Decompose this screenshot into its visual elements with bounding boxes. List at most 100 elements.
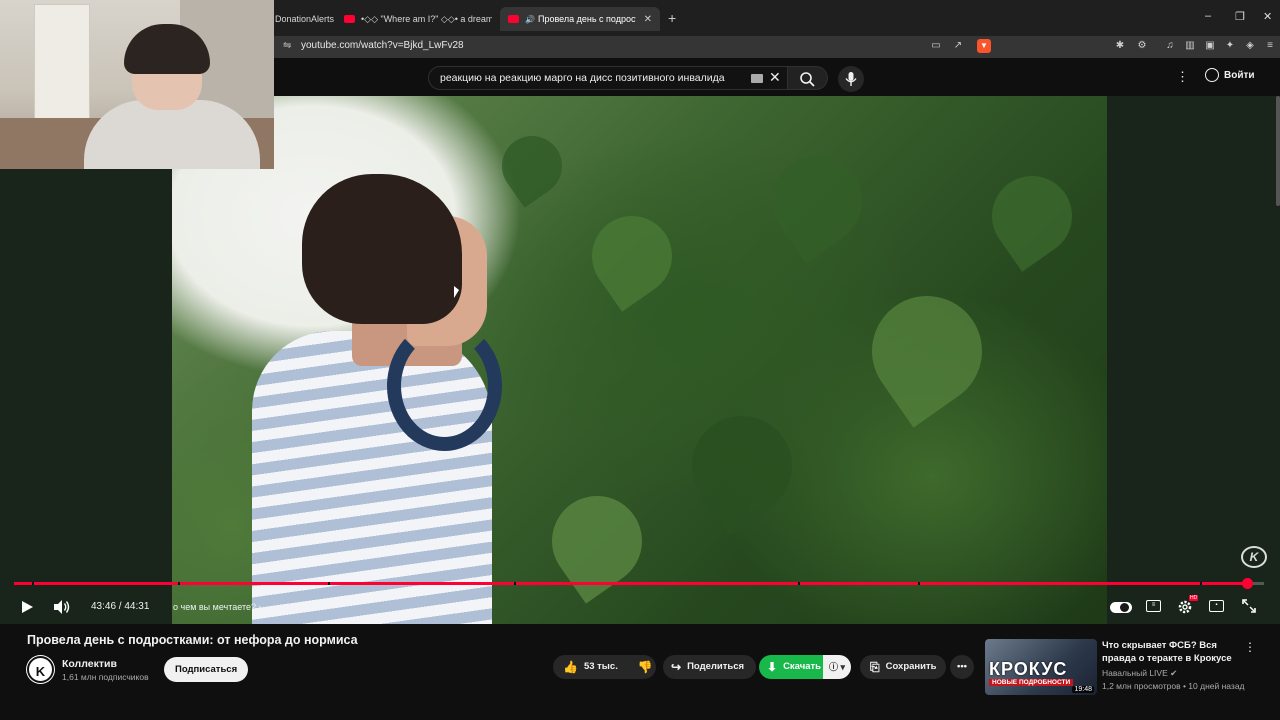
verified-icon: ✔: [1170, 668, 1178, 678]
search-input[interactable]: реакцию на реакцию марго на дисс позитив…: [428, 66, 788, 90]
channel-subscribers: 1,61 млн подписчиков: [62, 672, 149, 682]
progress-scrubber[interactable]: [1241, 578, 1253, 589]
music-icon[interactable]: ♫: [1163, 39, 1177, 53]
recommended-channel[interactable]: Навальный LIVE ✔: [1102, 668, 1177, 679]
youtube-favicon-icon: [508, 15, 519, 23]
close-window-icon[interactable]: ✕: [1263, 10, 1272, 23]
thumbnail-headline: КРОКУС: [989, 659, 1068, 679]
signin-label: Войти: [1224, 69, 1255, 81]
video-frame[interactable]: [172, 96, 1107, 624]
progress-bar[interactable]: [14, 578, 1264, 589]
like-icon[interactable]: 👍: [563, 655, 578, 679]
play-icon[interactable]: [20, 600, 34, 614]
volume-icon[interactable]: [53, 599, 71, 615]
leaf: [576, 200, 688, 312]
signin-button[interactable]: Войти: [1205, 68, 1255, 82]
restore-icon[interactable]: ❐: [1235, 10, 1245, 23]
share-page-icon[interactable]: ↗: [951, 39, 965, 53]
like-count[interactable]: 53 тыс.: [584, 655, 618, 679]
more-icon: •••: [957, 661, 967, 672]
video-title: Провела день с подростками: от нефора до…: [27, 633, 358, 647]
recommended-menu-icon[interactable]: ⋮: [1244, 640, 1256, 654]
brave-shields-icon[interactable]: ▼: [977, 39, 991, 53]
recommended-meta: 1,2 млн просмотров • 10 дней назад: [1102, 681, 1245, 691]
save-label: Сохранить: [885, 661, 937, 672]
miniplayer-icon[interactable]: ▪: [1209, 600, 1224, 612]
extensions-icon[interactable]: ✱: [1113, 39, 1127, 53]
chapter-title[interactable]: о чем вы мечтаете? ›: [173, 602, 262, 612]
cast-icon[interactable]: ▭: [929, 39, 943, 53]
save-button[interactable]: ⎘ Сохранить: [860, 655, 947, 679]
tab-active-video[interactable]: 🔊 Провела день с подростками ✕: [500, 7, 660, 31]
clear-search-icon[interactable]: ✕: [769, 69, 781, 86]
youtube-favicon-icon: [344, 15, 355, 23]
page-scrollbar[interactable]: [1276, 96, 1280, 206]
leaf: [672, 396, 812, 536]
puzzle-icon[interactable]: ⚙: [1135, 39, 1149, 53]
menu-icon[interactable]: ≡: [1263, 39, 1277, 53]
voice-search-button[interactable]: [838, 66, 864, 92]
chapter-marker: [514, 582, 516, 585]
mouse-cursor-icon: [454, 286, 459, 298]
channel-avatar[interactable]: K: [27, 656, 54, 683]
hd-badge: HD: [1189, 595, 1199, 601]
leo-icon[interactable]: ✦: [1223, 39, 1237, 53]
leaf: [490, 124, 574, 208]
autoplay-knob: [1120, 603, 1129, 612]
leaf: [850, 274, 1004, 428]
dislike-icon[interactable]: 👎: [638, 655, 653, 679]
chapter-marker: [798, 582, 800, 585]
share-button[interactable]: ↪ Поделиться: [663, 655, 757, 679]
recommended-channel-name: Навальный LIVE: [1102, 668, 1168, 678]
channel-watermark-icon[interactable]: K: [1241, 546, 1267, 568]
like-dislike-group: 👍 53 тыс. 👎: [553, 655, 656, 679]
letterbox-left: [0, 96, 172, 624]
site-info-icon[interactable]: ⇋: [283, 40, 291, 51]
more-actions-button[interactable]: •••: [950, 655, 974, 679]
tab-label: •◇◇ "Where am I?" ◇◇• a dreamcore: [361, 13, 492, 24]
video-duration: 19:48: [1072, 686, 1094, 693]
video-info: Провела день с подростками: от нефора до…: [0, 624, 1280, 720]
url-field[interactable]: youtube.com/watch?v=Bjkd_LwFv28: [301, 40, 464, 51]
download-label: Скачать: [783, 661, 822, 672]
subscribe-button[interactable]: Подписаться: [164, 657, 249, 682]
recommended-thumbnail[interactable]: КРОКУС НОВЫЕ ПОДРОБНОСТИ 19:48: [985, 639, 1097, 695]
download-info-button[interactable]: ⓘ ▾: [823, 655, 852, 679]
wallet-icon[interactable]: ▣: [1203, 39, 1217, 53]
recommended-title[interactable]: Что скрывает ФСБ? Вся правда о теракте в…: [1102, 639, 1242, 665]
person-hair: [302, 174, 462, 324]
settings-gear-icon[interactable]: [1177, 599, 1193, 615]
tab-label: DonationAlerts: [275, 14, 335, 24]
minimize-icon[interactable]: –: [1205, 10, 1211, 22]
fullscreen-icon[interactable]: [1242, 599, 1256, 613]
headphones: [387, 321, 502, 451]
close-tab-icon[interactable]: ✕: [644, 14, 652, 25]
settings-kebab-icon[interactable]: ⋮: [1176, 69, 1189, 85]
tab-dreamcore[interactable]: •◇◇ "Where am I?" ◇◇• a dreamcore: [344, 7, 492, 31]
video-player[interactable]: K 43:46 / 44:31 о чем вы мечтаете? › ≡ H…: [0, 96, 1280, 624]
sidebar-icon[interactable]: ▥: [1183, 39, 1197, 53]
progress-fill: [14, 582, 1247, 585]
screen: DonationAlerts •◇◇ "Where am I?" ◇◇• a d…: [0, 0, 1280, 720]
bookmark-icon: ⎘: [870, 660, 880, 674]
leaf: [976, 160, 1088, 272]
chapter-marker: [32, 582, 34, 585]
channel-name[interactable]: Коллектив: [62, 658, 117, 670]
subtitles-icon[interactable]: ≡: [1146, 600, 1161, 612]
tab-donationalerts[interactable]: DonationAlerts: [275, 7, 337, 31]
keyboard-icon[interactable]: [751, 74, 763, 83]
share-label: Поделиться: [687, 661, 745, 672]
webcam-person-shirt: [84, 100, 260, 169]
player-controls: 43:46 / 44:31 о чем вы мечтаете? › ≡ HD …: [0, 592, 1280, 624]
search-button[interactable]: [788, 66, 828, 90]
webcam-door: [34, 4, 90, 122]
search-icon: [800, 72, 815, 87]
new-tab-icon[interactable]: +: [668, 10, 676, 26]
vpn-icon[interactable]: ◈: [1243, 39, 1257, 53]
download-button[interactable]: ⬇ Скачать: [759, 655, 830, 679]
chapter-label: о чем вы мечтаете?: [173, 602, 256, 612]
leaf: [754, 138, 880, 264]
share-icon: ↪: [671, 660, 682, 674]
autoplay-toggle[interactable]: [1110, 602, 1132, 613]
chapter-marker: [178, 582, 180, 585]
